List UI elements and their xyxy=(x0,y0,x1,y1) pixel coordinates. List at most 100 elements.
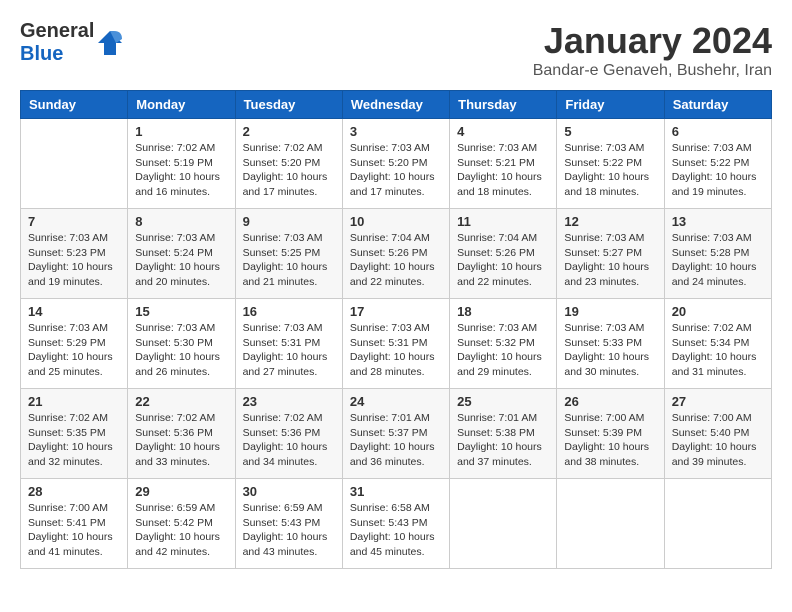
calendar-cell: 4Sunrise: 7:03 AMSunset: 5:21 PMDaylight… xyxy=(450,119,557,209)
calendar-cell: 9 Sunrise: 7:03 AMSunset: 5:25 PMDaylight… xyxy=(235,209,342,299)
weekday-header-tuesday: Tuesday xyxy=(235,91,342,119)
day-info: Sunrise: 7:03 AMSunset: 5:31 PMDaylight:… xyxy=(243,321,335,380)
day-number: 11 xyxy=(457,214,549,229)
weekday-header-saturday: Saturday xyxy=(664,91,771,119)
calendar-cell: 19 Sunrise: 7:03 AMSunset: 5:33 PMDayligh… xyxy=(557,299,664,389)
day-number: 22 xyxy=(135,394,227,409)
day-info: Sunrise: 7:03 AMSunset: 5:33 PMDaylight:… xyxy=(564,321,656,380)
calendar-cell: 17 Sunrise: 7:03 AMSunset: 5:31 PMDayligh… xyxy=(342,299,449,389)
calendar-cell: 7 Sunrise: 7:03 AMSunset: 5:23 PMDaylight… xyxy=(21,209,128,299)
calendar-cell: 24 Sunrise: 7:01 AMSunset: 5:37 PMDayligh… xyxy=(342,389,449,479)
day-info: Sunrise: 7:04 AMSunset: 5:26 PMDaylight:… xyxy=(457,231,549,290)
day-info: Sunrise: 7:01 AMSunset: 5:37 PMDaylight:… xyxy=(350,411,442,470)
calendar-cell: 18Sunrise: 7:03 AMSunset: 5:32 PMDayligh… xyxy=(450,299,557,389)
day-info: Sunrise: 7:03 AMSunset: 5:24 PMDaylight:… xyxy=(135,231,227,290)
day-number: 28 xyxy=(28,484,120,499)
calendar-cell: 6 Sunrise: 7:03 AMSunset: 5:22 PMDaylight… xyxy=(664,119,771,209)
location-title: Bandar-e Genaveh, Bushehr, Iran xyxy=(533,62,772,80)
weekday-header-sunday: Sunday xyxy=(21,91,128,119)
calendar-cell: 2Sunrise: 7:02 AMSunset: 5:20 PMDaylight… xyxy=(235,119,342,209)
day-info: Sunrise: 7:03 AMSunset: 5:30 PMDaylight:… xyxy=(135,321,227,380)
logo: General Blue xyxy=(20,20,124,66)
day-info: Sunrise: 7:00 AMSunset: 5:39 PMDaylight:… xyxy=(564,411,656,470)
day-info: Sunrise: 7:03 AMSunset: 5:28 PMDaylight:… xyxy=(672,231,764,290)
day-info: Sunrise: 7:01 AMSunset: 5:38 PMDaylight:… xyxy=(457,411,549,470)
day-info: Sunrise: 7:02 AMSunset: 5:34 PMDaylight:… xyxy=(672,321,764,380)
logo-icon xyxy=(96,29,124,57)
day-info: Sunrise: 7:03 AMSunset: 5:22 PMDaylight:… xyxy=(672,141,764,200)
day-info: Sunrise: 7:03 AMSunset: 5:29 PMDaylight:… xyxy=(28,321,120,380)
day-info: Sunrise: 7:02 AMSunset: 5:36 PMDaylight:… xyxy=(135,411,227,470)
calendar-cell: 15 Sunrise: 7:03 AMSunset: 5:30 PMDayligh… xyxy=(128,299,235,389)
day-number: 8 xyxy=(135,214,227,229)
logo-general: General xyxy=(20,20,94,42)
weekday-header-monday: Monday xyxy=(128,91,235,119)
day-number: 24 xyxy=(350,394,442,409)
day-number: 17 xyxy=(350,304,442,319)
day-number: 31 xyxy=(350,484,442,499)
day-info: Sunrise: 7:03 AMSunset: 5:32 PMDaylight:… xyxy=(457,321,549,380)
calendar-cell: 12 Sunrise: 7:03 AMSunset: 5:27 PMDayligh… xyxy=(557,209,664,299)
calendar-cell xyxy=(664,479,771,569)
calendar-cell: 11 Sunrise: 7:04 AMSunset: 5:26 PMDayligh… xyxy=(450,209,557,299)
calendar-cell: 20Sunrise: 7:02 AMSunset: 5:34 PMDayligh… xyxy=(664,299,771,389)
day-number: 19 xyxy=(564,304,656,319)
day-number: 21 xyxy=(28,394,120,409)
calendar-week-row: 7 Sunrise: 7:03 AMSunset: 5:23 PMDaylight… xyxy=(21,209,772,299)
day-info: Sunrise: 7:04 AMSunset: 5:26 PMDaylight:… xyxy=(350,231,442,290)
day-info: Sunrise: 7:03 AMSunset: 5:25 PMDaylight:… xyxy=(243,231,335,290)
day-info: Sunrise: 7:00 AMSunset: 5:40 PMDaylight:… xyxy=(672,411,764,470)
day-number: 23 xyxy=(243,394,335,409)
day-number: 30 xyxy=(243,484,335,499)
calendar-cell: 8 Sunrise: 7:03 AMSunset: 5:24 PMDaylight… xyxy=(128,209,235,299)
day-number: 12 xyxy=(564,214,656,229)
calendar-cell: 22 Sunrise: 7:02 AMSunset: 5:36 PMDayligh… xyxy=(128,389,235,479)
calendar-cell: 1Sunrise: 7:02 AMSunset: 5:19 PMDaylight… xyxy=(128,119,235,209)
day-info: Sunrise: 7:03 AMSunset: 5:20 PMDaylight:… xyxy=(350,141,442,200)
calendar-week-row: 21 Sunrise: 7:02 AMSunset: 5:35 PMDayligh… xyxy=(21,389,772,479)
day-number: 16 xyxy=(243,304,335,319)
day-number: 6 xyxy=(672,124,764,139)
calendar-cell: 5Sunrise: 7:03 AMSunset: 5:22 PMDaylight… xyxy=(557,119,664,209)
calendar-week-row: 14Sunrise: 7:03 AMSunset: 5:29 PMDayligh… xyxy=(21,299,772,389)
calendar-cell: 26 Sunrise: 7:00 AMSunset: 5:39 PMDayligh… xyxy=(557,389,664,479)
calendar-cell: 3 Sunrise: 7:03 AMSunset: 5:20 PMDaylight… xyxy=(342,119,449,209)
calendar-cell: 28 Sunrise: 7:00 AMSunset: 5:41 PMDayligh… xyxy=(21,479,128,569)
day-number: 4 xyxy=(457,124,549,139)
calendar-cell: 14Sunrise: 7:03 AMSunset: 5:29 PMDayligh… xyxy=(21,299,128,389)
day-info: Sunrise: 7:03 AMSunset: 5:23 PMDaylight:… xyxy=(28,231,120,290)
day-info: Sunrise: 7:02 AMSunset: 5:35 PMDaylight:… xyxy=(28,411,120,470)
day-info: Sunrise: 7:03 AMSunset: 5:27 PMDaylight:… xyxy=(564,231,656,290)
day-info: Sunrise: 7:03 AMSunset: 5:31 PMDaylight:… xyxy=(350,321,442,380)
weekday-header-thursday: Thursday xyxy=(450,91,557,119)
day-number: 3 xyxy=(350,124,442,139)
day-info: Sunrise: 7:02 AMSunset: 5:36 PMDaylight:… xyxy=(243,411,335,470)
calendar-cell xyxy=(557,479,664,569)
page-header: General Blue January 2024 Bandar-e Genav… xyxy=(20,20,772,80)
weekday-header-friday: Friday xyxy=(557,91,664,119)
day-info: Sunrise: 6:58 AMSunset: 5:43 PMDaylight:… xyxy=(350,501,442,560)
title-section: January 2024 Bandar-e Genaveh, Bushehr, … xyxy=(533,20,772,80)
calendar-cell: 10Sunrise: 7:04 AMSunset: 5:26 PMDayligh… xyxy=(342,209,449,299)
day-number: 29 xyxy=(135,484,227,499)
day-number: 15 xyxy=(135,304,227,319)
calendar-week-row: 28 Sunrise: 7:00 AMSunset: 5:41 PMDayligh… xyxy=(21,479,772,569)
calendar-cell: 25Sunrise: 7:01 AMSunset: 5:38 PMDayligh… xyxy=(450,389,557,479)
calendar-cell xyxy=(450,479,557,569)
day-number: 26 xyxy=(564,394,656,409)
day-info: Sunrise: 7:00 AMSunset: 5:41 PMDaylight:… xyxy=(28,501,120,560)
day-info: Sunrise: 6:59 AMSunset: 5:43 PMDaylight:… xyxy=(243,501,335,560)
day-number: 5 xyxy=(564,124,656,139)
day-number: 27 xyxy=(672,394,764,409)
day-number: 1 xyxy=(135,124,227,139)
calendar-cell: 21 Sunrise: 7:02 AMSunset: 5:35 PMDayligh… xyxy=(21,389,128,479)
calendar-cell xyxy=(21,119,128,209)
calendar-cell: 31 Sunrise: 6:58 AMSunset: 5:43 PMDayligh… xyxy=(342,479,449,569)
calendar-cell: 30 Sunrise: 6:59 AMSunset: 5:43 PMDayligh… xyxy=(235,479,342,569)
calendar-table: SundayMondayTuesdayWednesdayThursdayFrid… xyxy=(20,90,772,569)
day-info: Sunrise: 7:02 AMSunset: 5:20 PMDaylight:… xyxy=(243,141,335,200)
day-number: 7 xyxy=(28,214,120,229)
day-number: 9 xyxy=(243,214,335,229)
calendar-header-row: SundayMondayTuesdayWednesdayThursdayFrid… xyxy=(21,91,772,119)
calendar-cell: 23 Sunrise: 7:02 AMSunset: 5:36 PMDayligh… xyxy=(235,389,342,479)
